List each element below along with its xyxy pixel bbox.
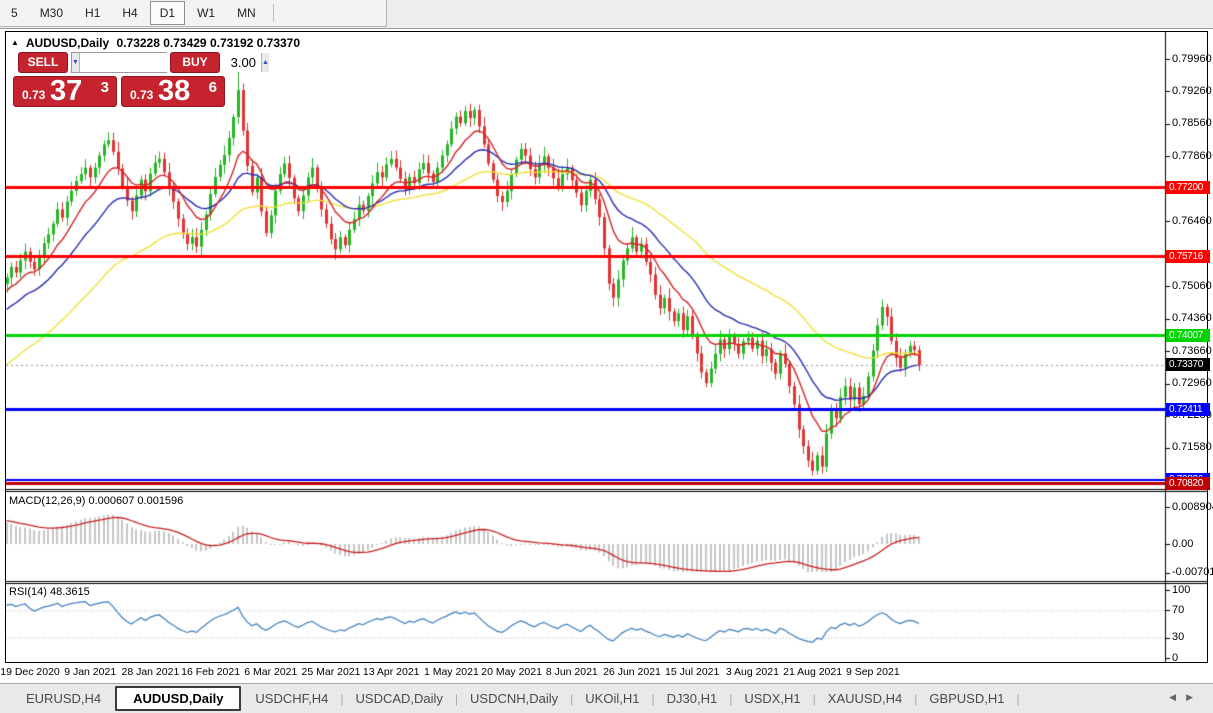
- macd-axis-label: 0.00: [1172, 538, 1193, 551]
- price-tick-label: 0.75060: [1172, 280, 1212, 293]
- toolbar-band: 5M30H1H4D1W1MN: [0, 0, 1213, 29]
- sell-price-pip-digit: 3: [101, 79, 109, 96]
- chart-tab-xauusd[interactable]: XAUUSD,H4: [816, 686, 914, 711]
- price-level-badge: 0.73370: [1166, 358, 1210, 371]
- chart-tab-gbpusd[interactable]: GBPUSD,H1: [917, 686, 1016, 711]
- chart-tab-audusd[interactable]: AUDUSD,Daily: [115, 686, 241, 711]
- timeframe-button-mn[interactable]: MN: [227, 1, 266, 25]
- buy-price-big-digits: 38: [158, 75, 190, 108]
- timeframe-button-m30[interactable]: M30: [30, 1, 73, 25]
- sell-button[interactable]: SELL: [18, 52, 68, 73]
- date-tick-label: 25 Mar 2021: [302, 666, 361, 678]
- date-tick-label: 19 Dec 2020: [0, 666, 60, 678]
- price-tick-label: 0.74360: [1172, 312, 1212, 325]
- volume-decrease-button[interactable]: ▼: [72, 53, 80, 72]
- date-tick-label: 28 Jan 2021: [121, 666, 179, 678]
- chart-symbol-label: AUDUSD,Daily: [26, 36, 109, 50]
- date-tick-label: 8 Jun 2021: [546, 666, 598, 678]
- tab-scroll-right-icon[interactable]: ▶: [1186, 692, 1203, 702]
- date-tick-label: 15 Jul 2021: [665, 666, 719, 678]
- timeframe-button-5[interactable]: 5: [1, 1, 28, 25]
- chart-tab-eurusd[interactable]: EURUSD,H4: [14, 686, 113, 711]
- rsi-axis-label: 70: [1172, 604, 1184, 617]
- timeframe-button-d1[interactable]: D1: [150, 1, 185, 25]
- chart-tab-dj30[interactable]: DJ30,H1: [655, 686, 730, 711]
- chart-title: ▲ AUDUSD,Daily 0.73228 0.73429 0.73192 0…: [11, 36, 304, 50]
- date-axis[interactable]: 19 Dec 2020 9 Jan 2021 28 Jan 202116 Feb 2…: [0, 663, 1213, 683]
- macd-indicator-label: MACD(12,26,9) 0.000607 0.001596: [9, 495, 183, 507]
- timeframe-button-h4[interactable]: H4: [112, 1, 147, 25]
- trading-terminal-window: 5M30H1H4D1W1MN ▲ AUDUSD,Daily 0.73228 0.…: [0, 0, 1213, 713]
- chart-tab-ukoil[interactable]: UKOil,H1: [573, 686, 651, 711]
- buy-price-prefix: 0.73: [130, 88, 153, 102]
- chart-tab-usdchf[interactable]: USDCHF,H4: [243, 686, 340, 711]
- chart-tab-usdx[interactable]: USDX,H1: [732, 686, 812, 711]
- date-tick-label: 20 May 2021: [481, 666, 542, 678]
- chart-area[interactable]: ▲ AUDUSD,Daily 0.73228 0.73429 0.73192 0…: [5, 31, 1208, 663]
- volume-stepper: ▼ ▲: [71, 52, 167, 73]
- macd-axis-label: -0.007013: [1172, 566, 1213, 579]
- price-tick-label: 0.76460: [1172, 215, 1212, 228]
- date-tick-label: 13 Apr 2021: [363, 666, 420, 678]
- chart-tab-usdcad[interactable]: USDCAD,Daily: [344, 686, 455, 711]
- rsi-axis-label: 30: [1172, 631, 1184, 644]
- price-level-badge: 0.72411: [1166, 403, 1210, 416]
- price-tick-label: 0.78560: [1172, 117, 1212, 130]
- date-tick-label: 9 Jan 2021: [64, 666, 116, 678]
- tab-scroll-left-icon[interactable]: ◀: [1169, 692, 1186, 702]
- tab-scroll-arrows[interactable]: ◀▶: [1169, 692, 1203, 703]
- sell-price-big-digits: 37: [50, 75, 82, 108]
- price-level-badge: 0.70820: [1166, 477, 1210, 490]
- date-tick-label: 21 Aug 2021: [783, 666, 842, 678]
- chart-tabs-bar: EURUSD,H4AUDUSD,DailyUSDCHF,H4 | USDCAD,Da…: [0, 683, 1213, 713]
- price-tick-label: 0.79260: [1172, 85, 1212, 98]
- date-tick-label: 1 May 2021: [424, 666, 479, 678]
- tab-divider: |: [1016, 692, 1019, 706]
- date-tick-label: 3 Aug 2021: [726, 666, 779, 678]
- price-tick-label: 0.71580: [1172, 441, 1212, 454]
- timeframe-button-w1[interactable]: W1: [187, 1, 225, 25]
- date-tick-label: 9 Sep 2021: [846, 666, 900, 678]
- date-tick-label: 6 Mar 2021: [244, 666, 297, 678]
- date-tick-label: 16 Feb 2021: [181, 666, 240, 678]
- timeframe-button-h1[interactable]: H1: [75, 1, 110, 25]
- buy-button[interactable]: BUY: [170, 52, 220, 73]
- price-tick-label: 0.77860: [1172, 150, 1212, 163]
- date-tick-label: 26 Jun 2021: [603, 666, 661, 678]
- sell-price-display[interactable]: 0.73 37 3: [13, 76, 117, 107]
- sell-price-prefix: 0.73: [22, 88, 45, 102]
- buy-price-pip-digit: 6: [209, 79, 217, 96]
- price-level-badge: 0.75716: [1166, 250, 1210, 263]
- volume-increase-button[interactable]: ▲: [261, 53, 269, 72]
- timeframe-toolbar: 5M30H1H4D1W1MN: [0, 0, 387, 27]
- chart-ohlc-values: 0.73228 0.73429 0.73192 0.73370: [117, 36, 301, 50]
- one-click-trading-panel: SELL ▼ ▲ BUY 0.73 37 3 0.73 38 6: [13, 52, 225, 138]
- price-tick-label: 0.73660: [1172, 345, 1212, 358]
- price-level-badge: 0.77200: [1166, 181, 1210, 194]
- price-level-badge: 0.74007: [1166, 329, 1210, 342]
- macd-axis-label: 0.008904: [1172, 501, 1213, 514]
- buy-price-display[interactable]: 0.73 38 6: [121, 76, 225, 107]
- collapse-arrow-icon[interactable]: ▲: [11, 38, 19, 47]
- price-tick-label: 0.72960: [1172, 377, 1212, 390]
- price-tick-label: 0.79960: [1172, 53, 1212, 66]
- rsi-indicator-label: RSI(14) 48.3615: [9, 586, 90, 598]
- toolbar-separator: [273, 4, 274, 22]
- chart-tab-usdcnh[interactable]: USDCNH,Daily: [458, 686, 570, 711]
- rsi-axis-label: 100: [1172, 584, 1190, 597]
